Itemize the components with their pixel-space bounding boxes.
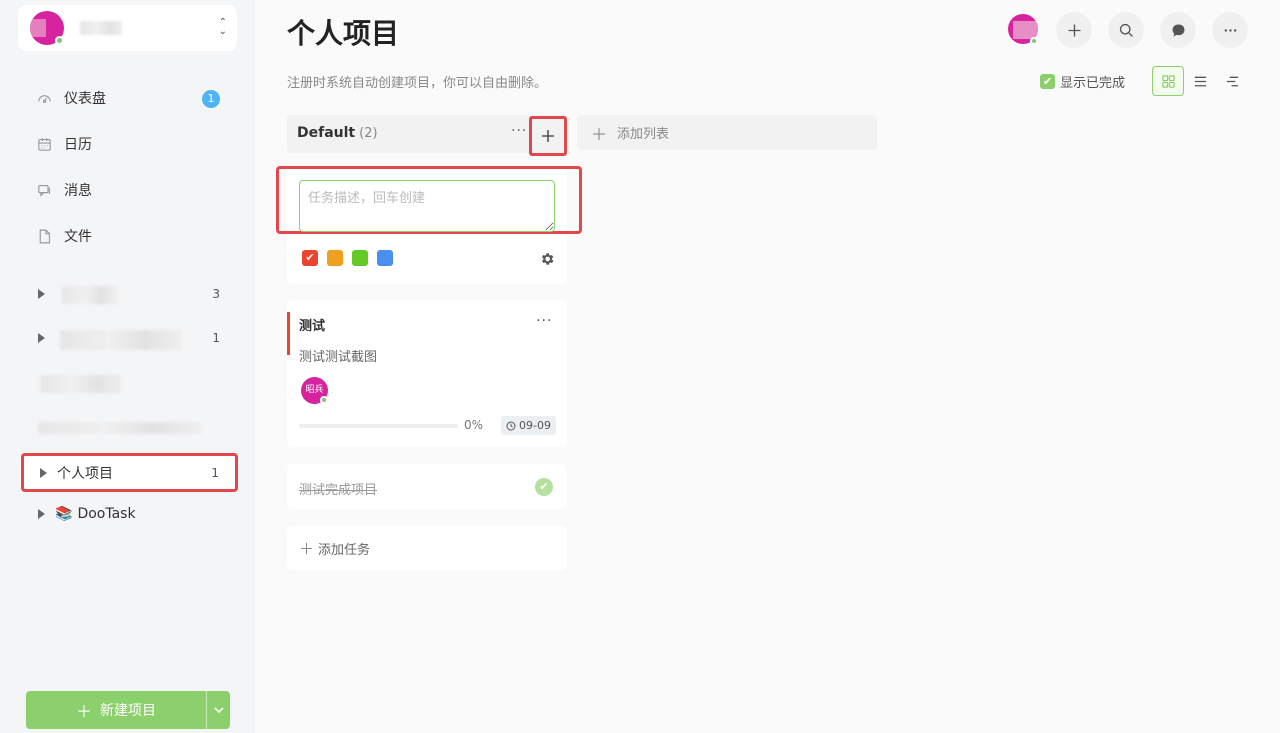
expand-triangle-icon[interactable] xyxy=(38,289,45,299)
project-name-redacted xyxy=(40,375,122,393)
completed-task-title: 测试完成项目 xyxy=(299,483,378,498)
task-more-icon[interactable]: ··· xyxy=(536,313,552,329)
project-count: 1 xyxy=(212,331,220,345)
sidebar-item-messages[interactable]: 消息 xyxy=(22,171,232,209)
completed-task-card[interactable]: 测试完成项目 ✔ xyxy=(287,464,567,509)
show-completed-toggle[interactable]: ✔ 显示已完成 xyxy=(1040,72,1125,91)
column-title-text: Default xyxy=(297,125,356,141)
gantt-view-button[interactable] xyxy=(1216,66,1248,96)
project-count: 1 xyxy=(211,465,219,480)
user-name-redacted xyxy=(80,21,122,35)
color-option-blue[interactable] xyxy=(377,250,393,266)
chat-button[interactable] xyxy=(1160,12,1196,48)
clock-icon xyxy=(506,420,516,431)
expand-triangle-icon[interactable] xyxy=(40,467,47,478)
dashboard-badge: 1 xyxy=(202,90,220,108)
column-title: Default (2) xyxy=(297,125,378,141)
new-task-input[interactable] xyxy=(299,180,555,232)
dashboard-icon xyxy=(38,94,51,103)
column-more-icon[interactable]: ··· xyxy=(511,123,527,139)
project-label: 个人项目 xyxy=(57,465,113,482)
task-due-text: 09-09 xyxy=(519,419,551,432)
project-name-redacted xyxy=(60,330,182,350)
plus-icon: ＋ xyxy=(299,539,315,558)
plus-icon: ＋ xyxy=(75,702,92,721)
new-project-dropdown[interactable] xyxy=(206,691,230,729)
task-progress-bar xyxy=(299,424,458,428)
add-list-label: 添加列表 xyxy=(617,127,670,142)
column-header: Default (2) ··· xyxy=(287,115,567,156)
add-list-button[interactable]: ＋ 添加列表 xyxy=(577,115,877,150)
project-item-personal[interactable]: 个人项目 1 xyxy=(21,453,238,492)
user-switcher[interactable]: ⌃ ⌄ xyxy=(18,5,237,51)
chevron-updown-icon: ⌃ ⌄ xyxy=(218,17,227,37)
sidebar: ⌃ ⌄ 仪表盘 1 日历 消息 文件 3 1 个人项目 1 📚 DooTask … xyxy=(0,0,255,733)
sidebar-item-dashboard[interactable]: 仪表盘 1 xyxy=(22,79,232,117)
expand-triangle-icon[interactable] xyxy=(38,509,45,519)
color-option-orange[interactable] xyxy=(327,250,343,266)
plus-icon: ＋ xyxy=(591,124,608,144)
add-task-label: 添加任务 xyxy=(318,542,371,558)
page-description: 注册时系统自动创建项目，你可以自由删除。 xyxy=(287,76,548,91)
search-button[interactable] xyxy=(1108,12,1144,48)
add-button[interactable] xyxy=(1056,12,1092,48)
add-task-button[interactable]: ＋ 添加任务 xyxy=(287,526,567,570)
project-item[interactable]: 3 xyxy=(22,277,236,311)
project-item[interactable]: 1 xyxy=(22,321,236,355)
plus-icon xyxy=(542,130,554,142)
gear-icon[interactable] xyxy=(539,251,555,267)
file-icon xyxy=(39,229,51,243)
task-card[interactable]: 测试 ··· 测试测试截图 昭兵 0% 09-09 xyxy=(287,300,567,447)
project-item[interactable] xyxy=(22,409,236,443)
check-circle-icon[interactable]: ✔ xyxy=(535,478,553,496)
expand-triangle-icon[interactable] xyxy=(38,333,45,343)
color-option-green[interactable] xyxy=(352,250,368,266)
task-progress-text: 0% xyxy=(464,418,484,432)
chat-icon xyxy=(1172,24,1184,36)
chevron-down-icon xyxy=(213,707,224,714)
page-title: 个人项目 xyxy=(287,17,400,50)
project-label: DooTask xyxy=(77,506,136,522)
books-icon: 📚 xyxy=(55,506,73,522)
list-icon xyxy=(1194,76,1206,86)
color-option-red[interactable]: ✔ xyxy=(302,250,318,266)
calendar-icon xyxy=(38,137,51,151)
sidebar-item-label: 日历 xyxy=(64,137,92,153)
new-project-button[interactable]: ＋ 新建项目 xyxy=(26,691,206,729)
new-project-button-group: ＋ 新建项目 xyxy=(26,691,230,729)
board-view-button[interactable] xyxy=(1152,66,1184,96)
message-icon xyxy=(38,184,51,197)
checkbox-checked-icon[interactable]: ✔ xyxy=(1040,74,1055,89)
project-name-redacted xyxy=(62,286,118,304)
list-view-button[interactable] xyxy=(1184,66,1216,96)
show-completed-label: 显示已完成 xyxy=(1060,76,1126,91)
more-menu-button[interactable] xyxy=(1212,12,1248,48)
column-task-count: (2) xyxy=(359,126,378,141)
task-color-bar xyxy=(287,312,290,355)
project-item[interactable] xyxy=(22,365,236,399)
online-status-dot xyxy=(320,396,328,404)
plus-icon xyxy=(1068,24,1080,36)
column-add-task-button[interactable] xyxy=(529,116,567,156)
project-name-redacted xyxy=(38,422,202,434)
gantt-icon xyxy=(1226,76,1238,86)
project-item-dootask[interactable]: 📚 DooTask xyxy=(22,497,236,531)
sidebar-item-calendar[interactable]: 日历 xyxy=(22,125,232,163)
sidebar-item-label: 消息 xyxy=(64,183,92,199)
task-title: 测试 xyxy=(299,319,326,334)
online-status-dot xyxy=(55,36,64,45)
project-count: 3 xyxy=(212,287,220,301)
new-project-label: 新建项目 xyxy=(100,703,156,719)
task-due-date: 09-09 xyxy=(501,416,556,435)
grid-icon xyxy=(1161,74,1175,88)
online-status-dot xyxy=(1030,37,1038,45)
sidebar-item-label: 仪表盘 xyxy=(64,91,106,107)
more-dots-icon xyxy=(1224,28,1236,32)
search-icon xyxy=(1119,23,1133,37)
sidebar-item-files[interactable]: 文件 xyxy=(22,217,232,255)
sidebar-item-label: 文件 xyxy=(64,229,92,245)
task-description: 测试测试截图 xyxy=(299,350,378,365)
view-switcher xyxy=(1152,66,1248,96)
